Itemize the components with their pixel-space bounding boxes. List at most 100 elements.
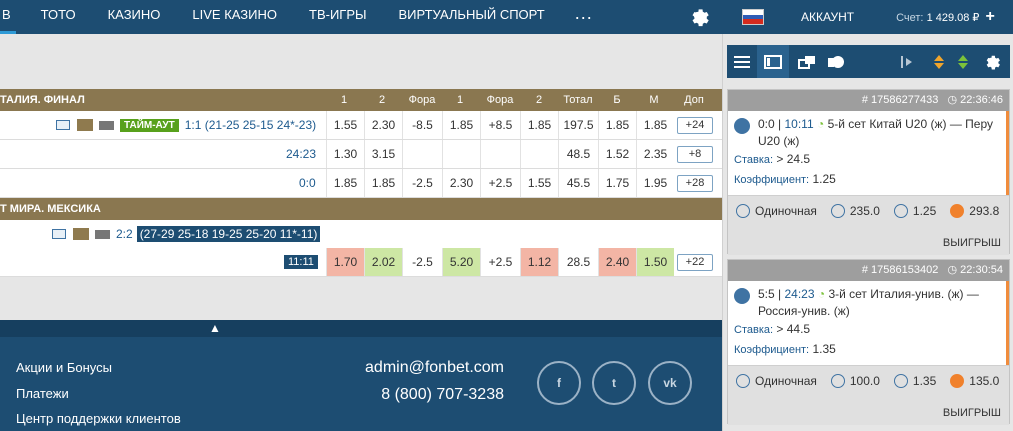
stake-label: Ставка: [734,324,774,336]
nav-item-toto[interactable]: ТОТО [16,0,92,34]
ticket-icon[interactable] [793,45,821,78]
nav-item-casino[interactable]: КАЗИНО [92,0,177,34]
odds-cell[interactable]: 1.85 [442,111,480,139]
statistics-icon[interactable] [52,229,66,239]
total-cell: 48.5 [558,140,598,168]
twitter-icon[interactable]: t [592,361,636,405]
timer-icon: ◔ [817,287,826,301]
odds-cell[interactable]: 2.35 [636,140,674,168]
nav-item-virtual-sport[interactable]: ВИРТУАЛЬНЫЙ СПОРТ [383,0,561,34]
vk-icon[interactable]: vk [648,361,692,405]
event-title: Т МИРА. МЕКСИКА [0,203,101,215]
coef-value: 1.35 [812,342,836,356]
odds-cell[interactable]: 2.30 [364,111,402,139]
odds-cell[interactable]: 1.70 [326,248,364,276]
event-header: ТАЛИЯ. ФИНАЛ 1 2 Фора 1 Фора 2 Тотал Б М… [0,89,722,111]
bet-coef: 1.25 [912,204,937,218]
odds-cell[interactable]: 2.02 [364,248,402,276]
more-menu-button[interactable]: ... [561,0,607,34]
odds-cell[interactable]: 1.55 [520,169,558,197]
odds-cell[interactable]: 1.50 [636,248,674,276]
odds-accept-icon[interactable] [953,45,973,78]
russia-flag-icon[interactable] [742,9,764,25]
payout-icon [950,204,965,218]
footer-link-support[interactable]: Центр поддержки клиентов [16,411,181,426]
menu-icon[interactable] [727,45,757,78]
stake-value: > 24.5 [776,152,811,166]
event-header: Т МИРА. МЕКСИКА [0,198,722,220]
account-bar: АККАУНТ Счет: 1 429.08 ₽ + [722,0,1013,34]
balance-value: 1 429.08 ₽ [926,11,980,24]
nav-item-live[interactable]: В [0,0,16,34]
odds-cell[interactable]: 2.40 [598,248,636,276]
table-row: 2:2 (27-29 25-18 19-25 25-20 11*-11) [0,220,722,249]
coef-label: Коэффициент: [734,344,810,356]
table-row: 11:11 1.70 2.02 -2.5 5.20 +2.5 1.12 28.5… [0,248,722,277]
odds-cell[interactable]: 1.30 [326,140,364,168]
clock-icon: ◷ [947,264,958,276]
odds-cell[interactable]: 1.75 [598,169,636,197]
col-header: Фора [408,94,436,106]
odds-cell[interactable]: 1.52 [598,140,636,168]
event-title: ТАЛИЯ. ФИНАЛ [0,94,85,106]
col-header: 2 [535,94,543,106]
sort-icon[interactable] [897,45,919,78]
coupon-settings-gear-icon[interactable] [979,45,1005,78]
bet-footer: Одиночная 235.0 1.25 293.8 ВЫИГРЫШ [728,195,1009,255]
info-icon [736,374,750,388]
more-markets-button[interactable]: +28 [677,175,713,192]
footer-link-payments[interactable]: Платежи [16,386,69,401]
odds-at-icon [893,374,908,388]
scoreboard-icon[interactable] [77,119,93,131]
scoreboard-icon[interactable] [73,228,89,240]
odds-cell[interactable]: 1.85 [326,169,364,197]
bet-time: 22:36:46 [960,94,1003,106]
support-phone[interactable]: 8 (800) 707-3238 [381,386,504,404]
bet-amount: 100.0 [849,374,880,388]
set-scores: (27-29 25-18 19-25 25-20 11*-11) [136,226,321,242]
footer-collapse-bar[interactable]: ▲ [0,320,722,337]
footer-link-promotions[interactable]: Акции и Бонусы [16,360,112,375]
bet-details: 5:5 | 24:23 ◔ 3-й сет Италия-унив. (ж) —… [728,281,1009,365]
event-info: 0:0 [299,169,316,197]
odds-change-icon[interactable] [929,45,949,78]
deposit-plus-button[interactable]: + [985,8,994,26]
odds-cell[interactable]: 1.55 [326,111,364,139]
account-link[interactable]: АККАУНТ [801,10,854,24]
odds-cell[interactable]: 1.12 [520,248,558,276]
nav-item-tv-games[interactable]: ТВ-ИГРЫ [293,0,383,34]
facebook-icon[interactable]: f [537,361,581,405]
total-cell: 28.5 [558,248,598,276]
statistics-icon[interactable] [56,120,70,130]
odds-cell[interactable]: 3.15 [364,140,402,168]
more-markets-button[interactable]: +24 [677,117,713,134]
odds-cell[interactable]: 1.85 [520,111,558,139]
odds-cell[interactable]: 1.85 [598,111,636,139]
support-email[interactable]: admin@fonbet.com [365,359,504,377]
bet-payout: 293.8 [969,204,1000,218]
bet-coef: 1.35 [912,374,937,388]
tv-icon[interactable] [99,120,114,130]
odds-cell[interactable]: 1.85 [636,111,674,139]
event-info: 2:2 (27-29 25-18 19-25 25-20 11*-11) [52,220,321,248]
chevron-up-icon[interactable]: ▲ [208,321,222,335]
handicap-cell: -8.5 [402,111,442,139]
payout-icon [950,374,965,388]
nav-item-live-casino[interactable]: LIVE КАЗИНО [176,0,293,34]
bet-time: 22:30:54 [960,264,1003,276]
odds-cell[interactable]: 1.85 [364,169,402,197]
odds-cell[interactable]: 2.30 [442,169,480,197]
coins-icon[interactable] [823,45,849,78]
tv-icon[interactable] [95,229,110,239]
more-markets-button[interactable]: +22 [677,254,713,271]
settings-gear-icon[interactable] [688,6,710,28]
coef-value: 1.25 [812,172,836,186]
more-markets-button[interactable]: +8 [677,146,713,163]
balance-label: Счет: [896,11,924,24]
handicap-cell: +2.5 [480,169,520,197]
col-header: М [649,94,659,106]
coupon-list-icon[interactable] [757,45,789,78]
odds-cell[interactable]: 1.95 [636,169,674,197]
odds-cell[interactable]: 5.20 [442,248,480,276]
stake-label: Ставка: [734,154,774,166]
